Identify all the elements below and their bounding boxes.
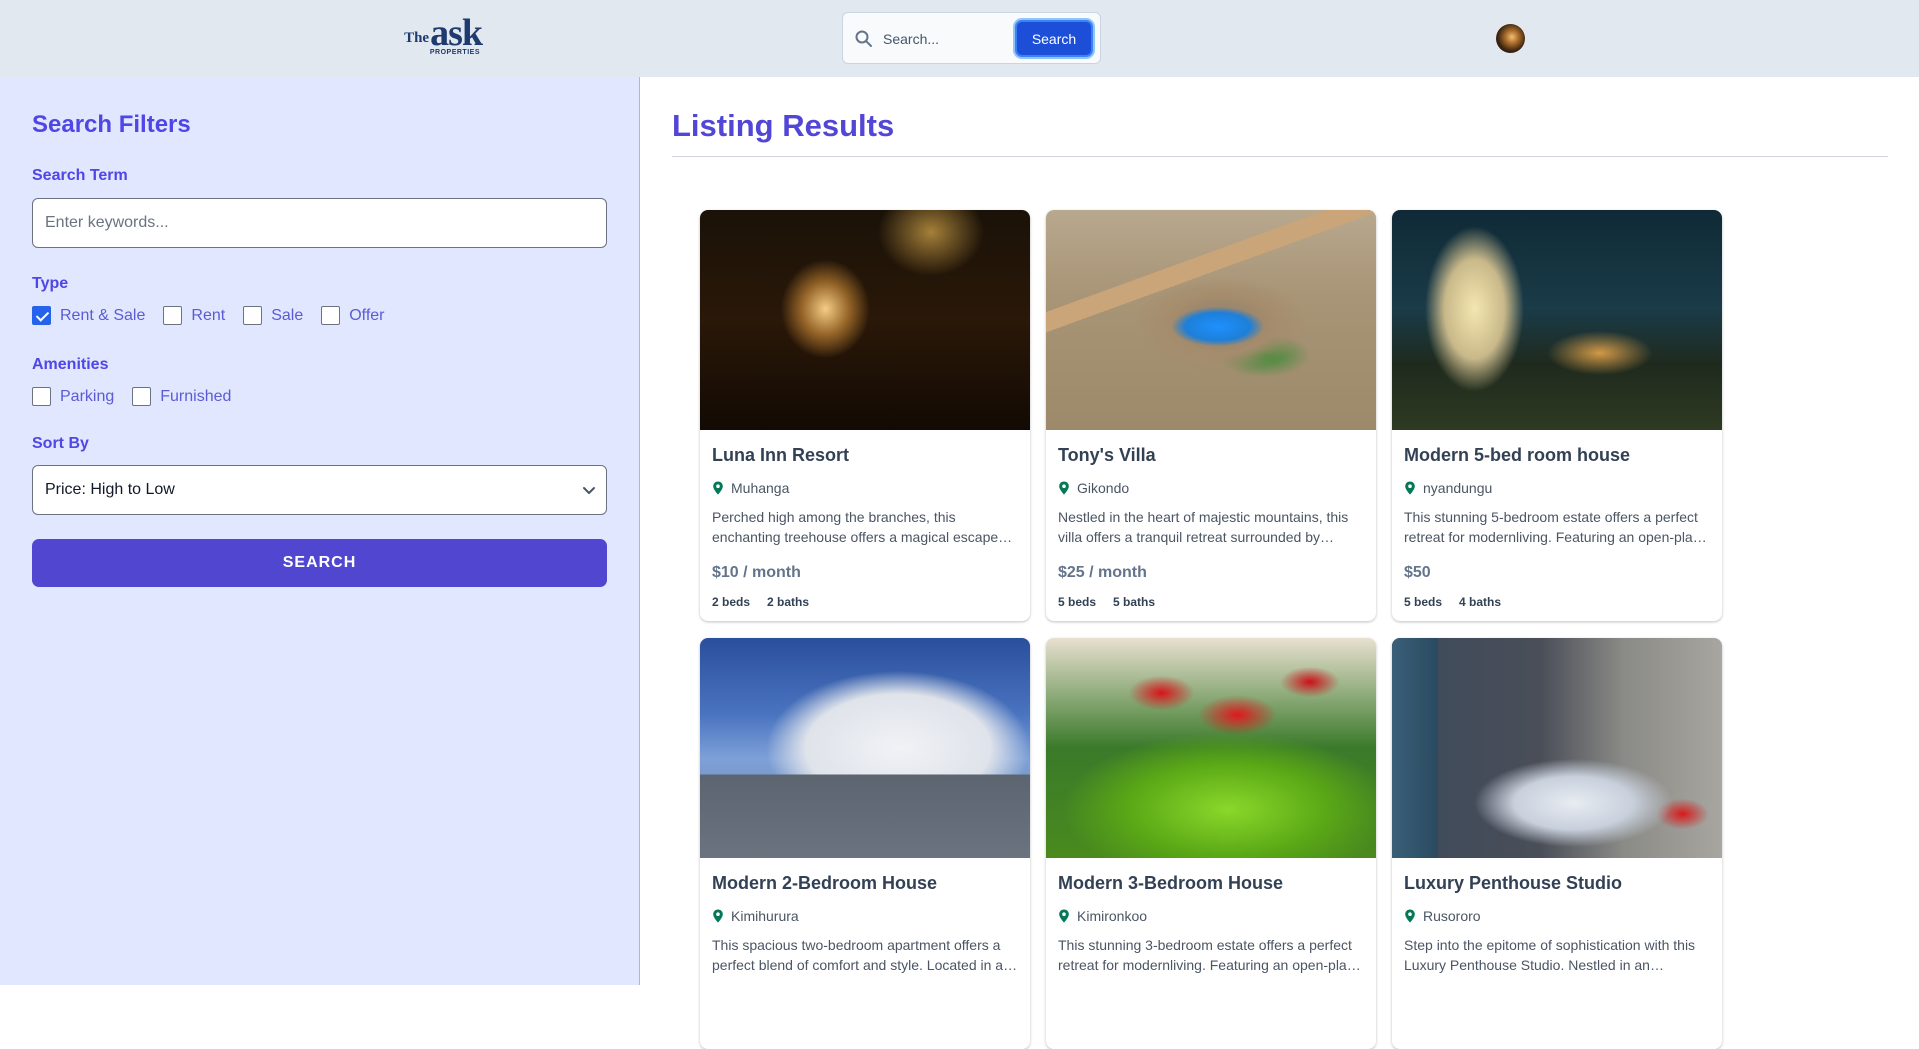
type-options: Rent & Sale Rent Sale Offer [32,306,403,325]
amenity-parking-checkbox[interactable] [32,387,51,406]
listing-title[interactable]: Modern 2-Bedroom House [712,873,937,894]
top-header: The ask PROPERTIES Search [0,0,1919,77]
listing-price: $50 [1404,564,1431,581]
listing-meta: 5 beds 5 baths [1058,595,1172,609]
chevron-down-icon [583,487,595,494]
sidebar-search-button[interactable]: SEARCH [32,539,607,587]
type-rent-label: Rent [191,306,226,324]
search-term-label: Search Term [32,167,128,184]
listing-card-tonys-villa[interactable]: Tony's Villa Gikondo Nestled in the hear… [1046,210,1376,621]
listing-card-modern-5-bed[interactable]: Modern 5-bed room house nyandungu This s… [1392,210,1722,621]
listing-meta: 5 beds 4 baths [1404,595,1518,609]
listing-title[interactable]: Modern 3-Bedroom House [1058,873,1283,894]
type-label: Type [32,275,69,292]
amenities-options: Parking Furnished [32,387,249,406]
listing-location-text: Kimironkoo [1077,908,1148,924]
search-icon [855,30,872,47]
listing-price: $10 / month [712,564,801,581]
listing-title[interactable]: Modern 5-bed room house [1404,445,1630,466]
listing-location-text: Rusororo [1423,908,1481,924]
listing-image[interactable] [1392,210,1722,430]
title-divider [672,156,1888,157]
type-option-rent-sale[interactable]: Rent & Sale [32,306,145,325]
listing-card-modern-3-bedroom[interactable]: Modern 3-Bedroom House Kimironkoo This s… [1046,638,1376,1049]
amenity-option-furnished[interactable]: Furnished [132,387,231,406]
listing-title[interactable]: Luxury Penthouse Studio [1404,873,1622,894]
logo-ask: ask [430,12,483,54]
amenity-parking-label: Parking [60,387,115,405]
listing-baths: 2 baths [767,595,810,609]
listing-description: This spacious two-bedroom apartment offe… [712,937,1004,973]
listing-description: Nestled in the heart of majestic mountai… [1058,509,1349,545]
listing-location: Muhanga [712,480,789,496]
listing-description: This stunning 5-bedroom estate offers a … [1404,509,1701,545]
listing-baths: 4 baths [1459,595,1502,609]
filter-sidebar: Search Filters Search Term Type Rent & S… [0,77,640,985]
listing-location-text: Kimihurura [731,908,799,924]
user-avatar[interactable] [1496,24,1525,53]
listing-location: Kimihurura [712,908,799,924]
type-option-sale[interactable]: Sale [243,306,303,325]
map-pin-icon [1059,909,1069,923]
type-rent-sale-label: Rent & Sale [60,306,146,324]
listing-beds: 5 beds [1404,595,1443,609]
listing-description: Step into the epitome of sophistication … [1404,937,1696,973]
listing-image[interactable] [1392,638,1722,858]
search-term-input[interactable] [32,198,607,248]
listing-location: nyandungu [1404,480,1492,496]
type-option-offer[interactable]: Offer [321,306,385,325]
amenity-furnished-label: Furnished [160,387,232,405]
listing-image[interactable] [1046,638,1376,858]
type-sale-label: Sale [271,306,304,324]
map-pin-icon [713,909,723,923]
logo-subtitle: PROPERTIES [429,49,480,56]
listing-card-luna-inn-resort[interactable]: Luna Inn Resort Muhanga Perched high amo… [700,210,1030,621]
logo-wordmark: The ask [404,12,483,54]
logo-the: The [404,30,430,46]
listing-card-luxury-penthouse[interactable]: Luxury Penthouse Studio Rusororo Step in… [1392,638,1722,1049]
listing-beds: 2 beds [712,595,751,609]
amenities-label: Amenities [32,356,109,373]
listing-location-text: nyandungu [1423,480,1493,496]
type-rent-checkbox[interactable] [163,306,183,325]
listing-description: Perched high among the branches, this en… [712,509,999,545]
type-offer-label: Offer [349,306,385,324]
listing-location-text: Gikondo [1077,480,1130,496]
sort-select[interactable]: Price: High to Low [32,465,607,515]
type-option-rent[interactable]: Rent [163,306,225,325]
type-offer-checkbox[interactable] [321,306,341,325]
listing-meta: 2 beds 2 baths [712,595,826,609]
type-sale-checkbox[interactable] [243,306,263,325]
map-pin-icon [713,481,723,495]
listing-location: Kimironkoo [1058,908,1147,924]
header-search-button[interactable]: Search [1015,20,1093,57]
header-search-box: Search [842,12,1101,64]
page-title: Listing Results [672,108,895,143]
listing-baths: 5 baths [1113,595,1156,609]
amenity-option-parking[interactable]: Parking [32,387,114,406]
map-pin-icon [1405,481,1415,495]
listing-image[interactable] [700,210,1030,430]
listing-image[interactable] [700,638,1030,858]
listing-title[interactable]: Tony's Villa [1058,445,1156,466]
listing-beds: 5 beds [1058,595,1097,609]
listing-location-text: Muhanga [731,480,790,496]
logo[interactable]: The ask PROPERTIES [394,12,483,60]
header-search-input[interactable] [883,26,1003,52]
map-pin-icon [1059,481,1069,495]
amenity-furnished-checkbox[interactable] [132,387,152,406]
listing-price: $25 / month [1058,564,1147,581]
sort-selected-value: Price: High to Low [45,481,175,498]
listing-title[interactable]: Luna Inn Resort [712,445,849,466]
listing-image[interactable] [1046,210,1376,430]
sidebar-title: Search Filters [32,111,191,138]
sort-label: Sort By [32,435,89,452]
type-rent-sale-checkbox[interactable] [32,306,51,325]
map-pin-icon [1405,909,1415,923]
listing-location: Gikondo [1058,480,1129,496]
listing-location: Rusororo [1404,908,1481,924]
listing-description: This stunning 3-bedroom estate offers a … [1058,937,1355,973]
listing-card-modern-2-bedroom[interactable]: Modern 2-Bedroom House Kimihurura This s… [700,638,1030,1049]
